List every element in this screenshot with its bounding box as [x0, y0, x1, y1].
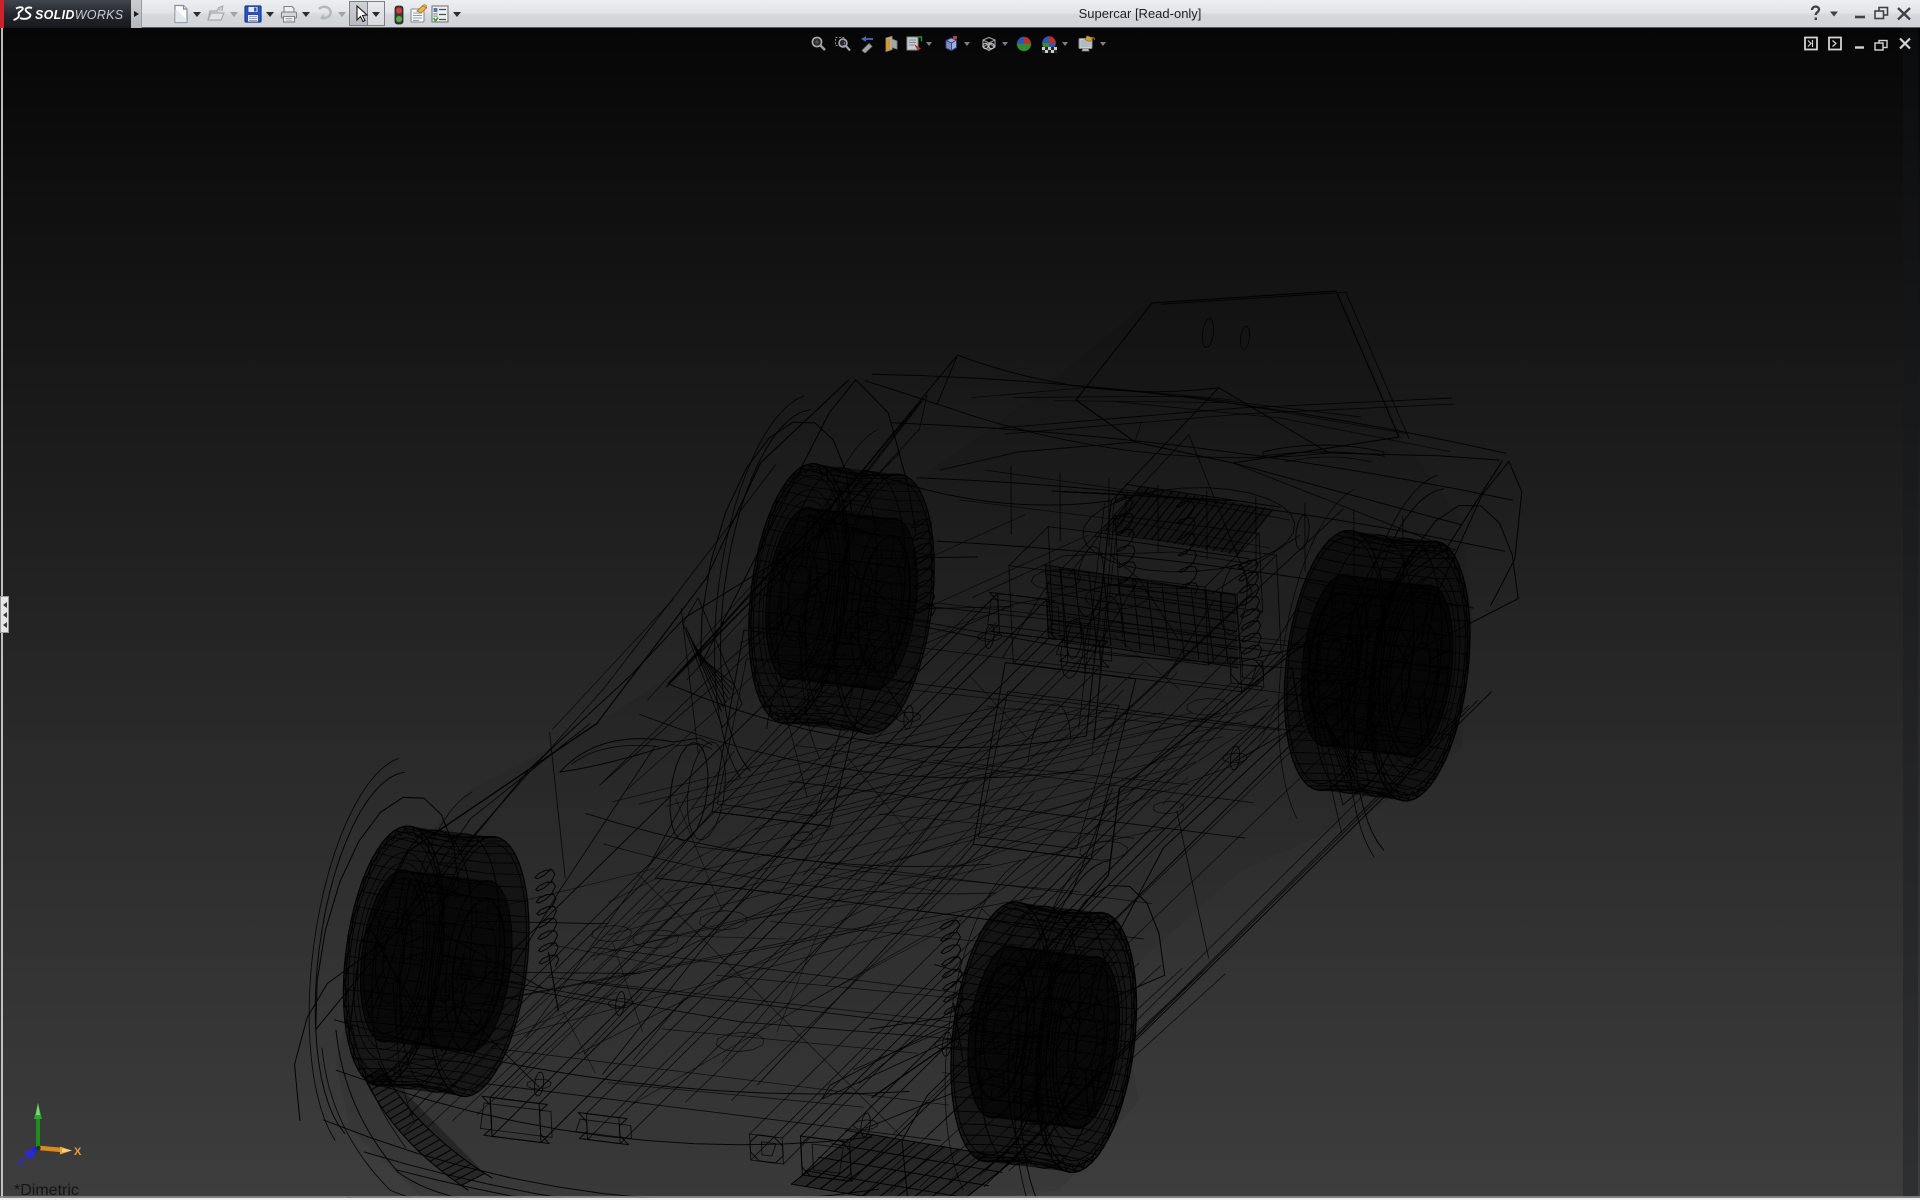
svg-text:Z: Z [17, 1154, 26, 1168]
svg-text:X: X [74, 1146, 82, 1158]
